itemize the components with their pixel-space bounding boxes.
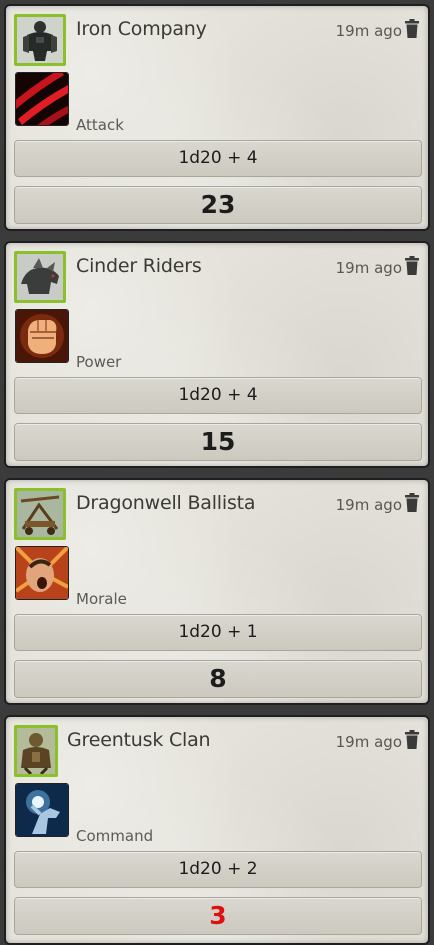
speaker-name: Iron Company [76,18,207,40]
trash-icon[interactable] [404,730,420,750]
roll-card: Greentusk Clan 19m ago Command 1d20 + 2 … [4,715,430,945]
message-timestamp: 19m ago [335,22,402,40]
pointing-hand-light-icon [16,784,68,836]
roll-flavor: Command [76,827,154,845]
dice-total[interactable]: 15 [14,423,422,461]
trash-icon[interactable] [404,493,420,513]
ability-image [15,72,69,126]
message-timestamp: 19m ago [335,733,402,751]
roll-flavor: Power [76,353,122,371]
clenched-fist-icon [16,310,68,362]
speaker-portrait[interactable] [14,14,66,66]
speaker-name: Greentusk Clan [67,729,211,751]
siege-ballista-icon [17,491,63,537]
ability-image [15,546,69,600]
red-claw-slash-icon [16,73,68,125]
armored-golem-icon [17,17,63,63]
beast-mount-icon [17,254,63,300]
trash-icon[interactable] [404,19,420,39]
roll-flavor: Morale [76,590,127,608]
message-timestamp: 19m ago [335,496,402,514]
message-timestamp: 19m ago [335,259,402,277]
dice-total[interactable]: 23 [14,186,422,224]
roll-flavor: Attack [76,116,124,134]
chat-log[interactable]: Iron Company 19m ago Attack 1d20 + 4 23 [0,0,434,945]
roll-card: Cinder Riders 19m ago Power 1d20 + 4 15 [4,241,430,468]
dice-formula[interactable]: 1d20 + 4 [14,140,422,177]
roll-card: Dragonwell Ballista 19m ago Morale 1d20 … [4,478,430,705]
speaker-name: Cinder Riders [76,255,202,277]
dice-total[interactable]: 8 [14,660,422,698]
dice-formula[interactable]: 1d20 + 1 [14,614,422,651]
ability-image [15,783,69,837]
dice-total[interactable]: 3 [14,897,422,935]
speaker-portrait[interactable] [14,725,58,777]
battle-cry-face-icon [16,547,68,599]
ability-image [15,309,69,363]
speaker-name: Dragonwell Ballista [76,492,256,514]
speaker-portrait[interactable] [14,251,66,303]
orc-warrior-icon [17,728,55,774]
roll-card: Iron Company 19m ago Attack 1d20 + 4 23 [4,4,430,231]
speaker-portrait[interactable] [14,488,66,540]
dice-formula[interactable]: 1d20 + 4 [14,377,422,414]
trash-icon[interactable] [404,256,420,276]
dice-formula[interactable]: 1d20 + 2 [14,851,422,888]
